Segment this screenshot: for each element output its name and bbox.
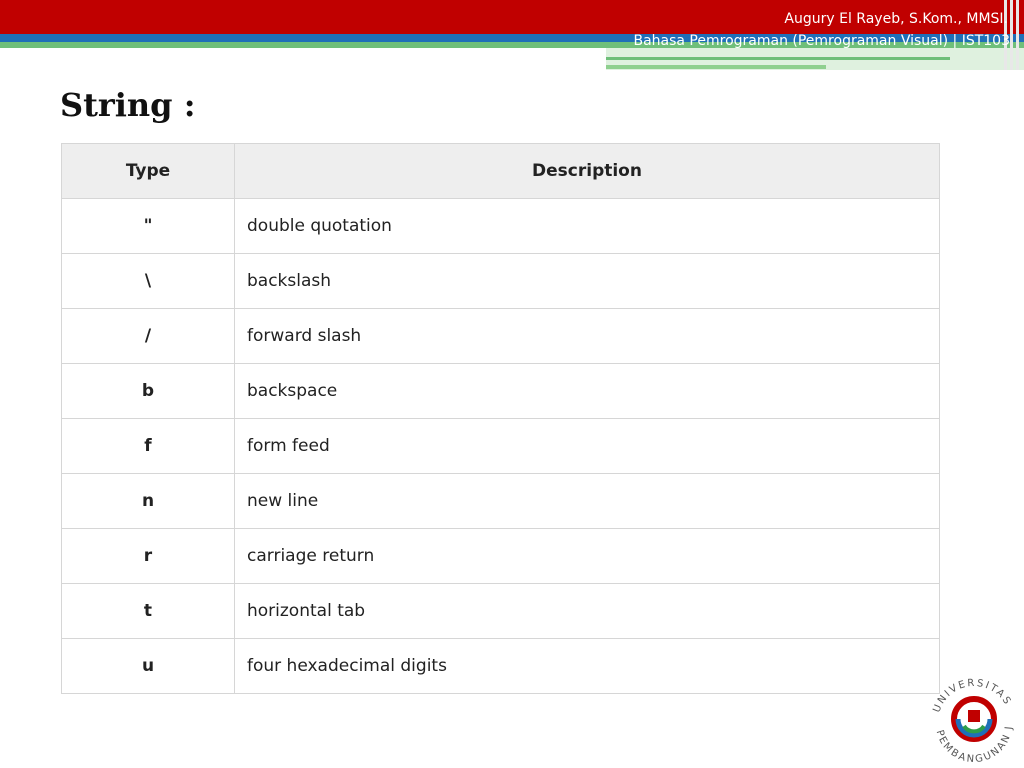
author-name: Augury El Rayeb, S.Kom., MMSI.	[784, 11, 1008, 27]
column-header-description: Description	[234, 143, 940, 199]
description-cell: backslash	[234, 253, 940, 309]
course-name: Bahasa Pemrograman (Pemrograman Visual) …	[633, 33, 1010, 49]
header-stripe	[1010, 0, 1013, 70]
table-row: / forward slash	[61, 308, 940, 364]
table-row: t horizontal tab	[61, 583, 940, 639]
university-logo-icon: UNIVERSITAS PEMBANGUNAN JAYA	[924, 664, 1013, 765]
type-cell: "	[61, 198, 235, 254]
table-header-row: Type Description	[61, 143, 940, 199]
escape-sequence-table: Type Description " double quotation \ ba…	[61, 143, 940, 694]
type-cell: r	[61, 528, 235, 584]
type-cell: \	[61, 253, 235, 309]
type-cell: b	[61, 363, 235, 419]
table-row: \ backslash	[61, 253, 940, 309]
svg-text:UNIVERSITAS: UNIVERSITAS	[931, 678, 1013, 714]
table-row: " double quotation	[61, 198, 940, 254]
table-row: n new line	[61, 473, 940, 529]
description-cell: forward slash	[234, 308, 940, 364]
type-cell: u	[61, 638, 235, 694]
description-cell: four hexadecimal digits	[234, 638, 940, 694]
description-cell: carriage return	[234, 528, 940, 584]
description-cell: new line	[234, 473, 940, 529]
slide-title: String :	[60, 86, 196, 124]
header-stripe	[1016, 0, 1019, 70]
table-row: b backspace	[61, 363, 940, 419]
type-cell: t	[61, 583, 235, 639]
table-row: u four hexadecimal digits	[61, 638, 940, 694]
table-row: f form feed	[61, 418, 940, 474]
type-cell: /	[61, 308, 235, 364]
description-cell: form feed	[234, 418, 940, 474]
table-row: r carriage return	[61, 528, 940, 584]
description-cell: backspace	[234, 363, 940, 419]
description-cell: double quotation	[234, 198, 940, 254]
type-cell: n	[61, 473, 235, 529]
header-green-line-short	[606, 65, 826, 69]
type-cell: f	[61, 418, 235, 474]
header-green-line	[606, 57, 950, 60]
column-header-type: Type	[61, 143, 235, 199]
description-cell: horizontal tab	[234, 583, 940, 639]
